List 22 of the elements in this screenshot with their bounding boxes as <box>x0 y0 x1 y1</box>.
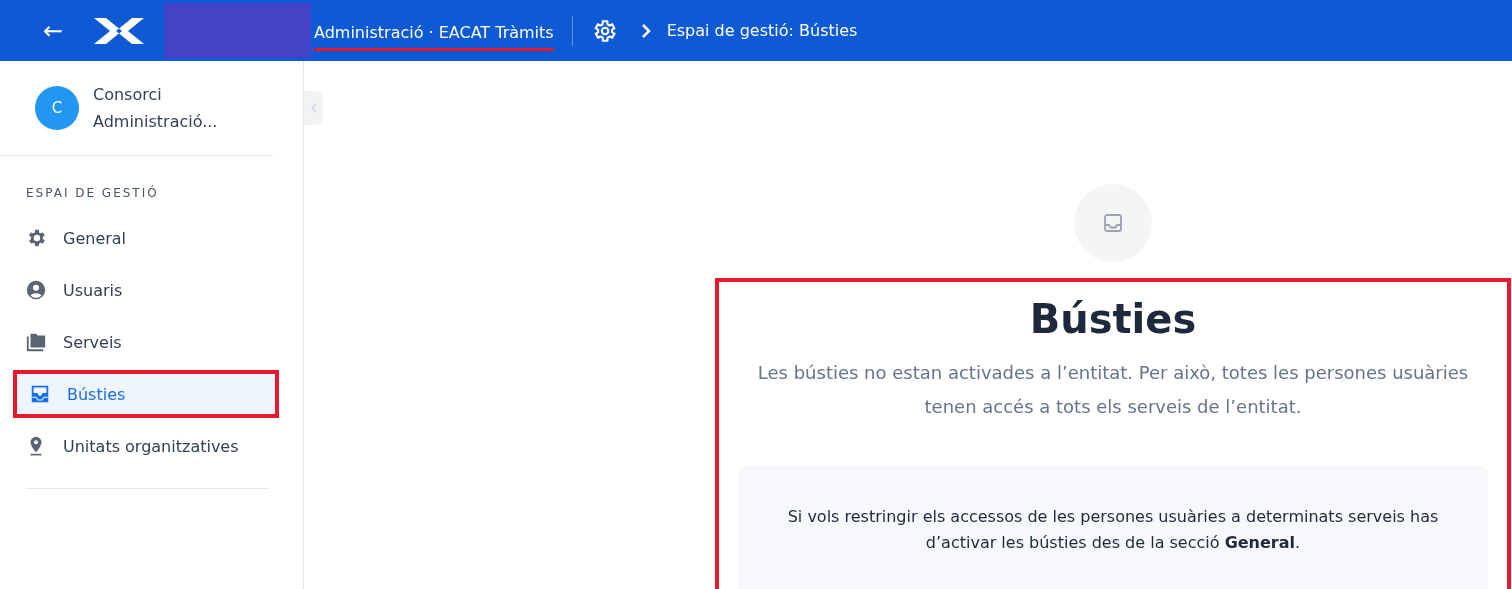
sidebar-item[interactable]: Unitats organitzatives <box>14 422 279 470</box>
back-button[interactable]: ← <box>38 16 68 45</box>
page-title: Bústies <box>1029 296 1197 342</box>
inbox-icon <box>29 383 51 405</box>
description-text: Les bústies no estan activades a l’entitat. Per això, totes les persones usuàries tenen accés a tots els serveis de l’entitat. <box>756 361 1470 419</box>
user-icon <box>25 279 47 301</box>
chevron-right-icon <box>640 23 651 38</box>
sidebar-item[interactable]: Bústies <box>13 370 279 418</box>
section-title: ESPAI DE GESTIÓ <box>26 186 160 200</box>
sidebar-item[interactable]: General <box>14 214 279 262</box>
account-name: Consorci <box>93 84 163 106</box>
account-avatar: C <box>35 86 79 130</box>
chevron-left-icon <box>310 103 317 113</box>
breadcrumb-text: Espai de gestió: Bústies <box>666 21 858 40</box>
sidebar-item[interactable]: Serveis <box>14 318 279 366</box>
app-title-link[interactable]: Administració · EACAT Tràmits <box>314 14 554 51</box>
inbox-icon <box>1103 213 1123 233</box>
sidebar-item[interactable]: Usuaris <box>14 266 279 314</box>
notice-text: Si vols restringir els accessos de les persones usuàries a determinats serveis has d’activar les bústies des de la secció General. <box>787 507 1439 552</box>
folder-icon <box>25 331 47 353</box>
logo-icon <box>94 17 144 44</box>
account-name: Administració... <box>93 111 218 133</box>
